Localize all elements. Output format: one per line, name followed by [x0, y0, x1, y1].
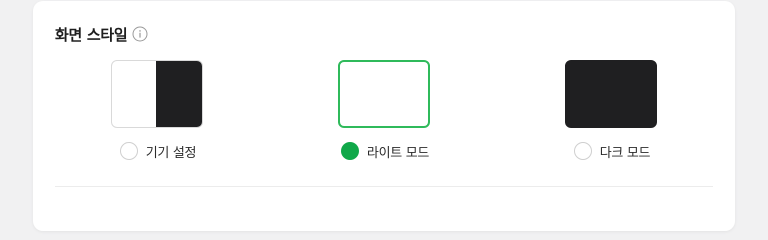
device-preview-dark-half	[156, 61, 202, 127]
style-options: 기기 설정 라이트 모드 다크 모드	[33, 60, 735, 170]
screen-style-card: 화면 스타일 기기 설정 라이트 모드 다크 모드	[33, 1, 735, 231]
option-light-mode[interactable]: 라이트 모드	[315, 60, 455, 170]
info-circle-icon[interactable]	[132, 26, 148, 42]
section-title: 화면 스타일	[55, 25, 128, 44]
device-setting-radio[interactable]	[119, 142, 138, 160]
light-mode-radio-row[interactable]: 라이트 모드	[315, 140, 455, 162]
light-mode-label: 라이트 모드	[366, 145, 430, 161]
dark-mode-radio-row[interactable]: 다크 모드	[542, 140, 682, 162]
device-setting-preview[interactable]	[111, 60, 203, 128]
option-device-setting[interactable]: 기기 설정	[88, 60, 228, 170]
device-setting-label: 기기 설정	[145, 145, 197, 161]
section-header: 화면 스타일	[55, 23, 148, 45]
dark-mode-radio[interactable]	[573, 142, 592, 160]
light-mode-radio[interactable]	[340, 142, 359, 160]
light-mode-preview[interactable]	[338, 60, 430, 128]
dark-mode-preview[interactable]	[565, 60, 657, 128]
option-dark-mode[interactable]: 다크 모드	[542, 60, 682, 170]
section-divider	[55, 186, 713, 187]
dark-mode-label: 다크 모드	[599, 145, 651, 161]
device-setting-radio-row[interactable]: 기기 설정	[88, 140, 228, 162]
